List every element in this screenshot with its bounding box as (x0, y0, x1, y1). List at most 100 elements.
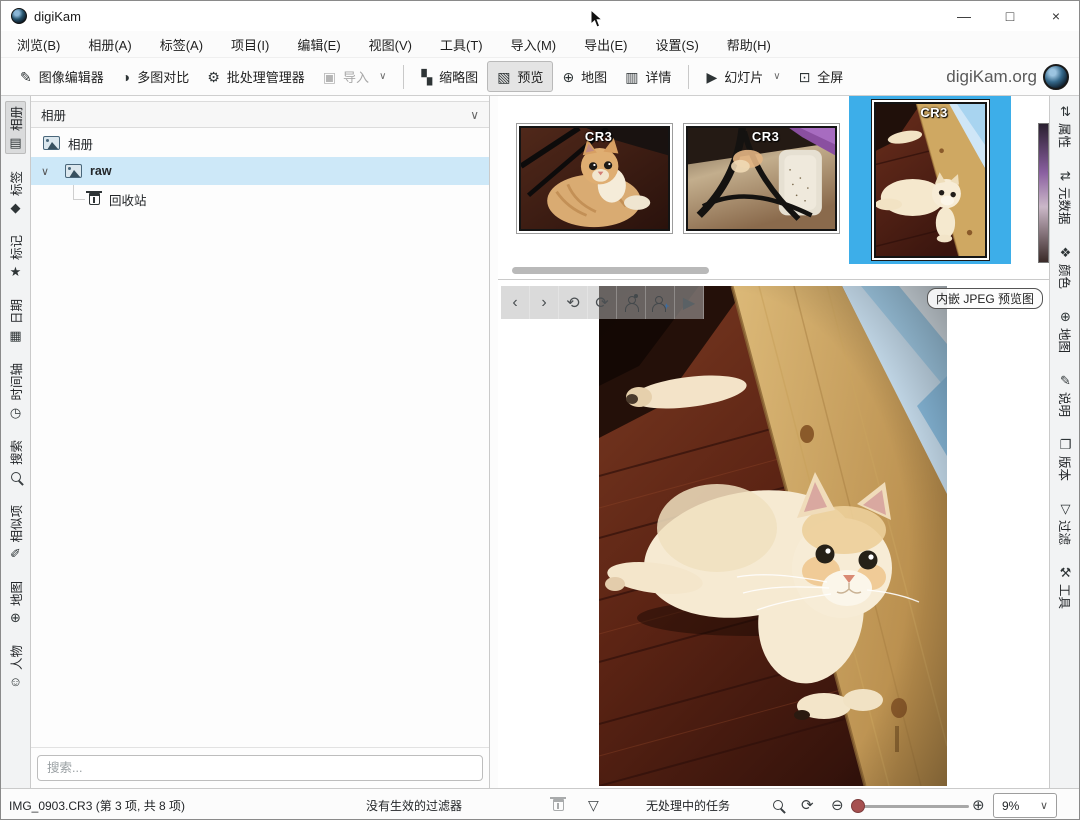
clock-icon: ◷ (10, 406, 21, 419)
fullscreen-button[interactable]: ⊡ 全屏 (790, 62, 853, 91)
contrast-circle-icon: ◑ (122, 70, 130, 84)
rotate-left-button[interactable]: ⟲ (559, 286, 588, 319)
status-bar: IMG_0903.CR3 (第 3 项, 共 8 项) 没有生效的过滤器 ▽ 无… (1, 788, 1079, 820)
thumbnail-item-3-selected[interactable]: CR3 (849, 96, 1011, 264)
minimize-button[interactable]: — (941, 1, 987, 31)
expander-chevron-icon[interactable]: ∨ (41, 165, 49, 178)
album-icon (65, 164, 82, 178)
trash-status-button[interactable] (553, 789, 564, 820)
preview-photo-cat-under-bed[interactable] (599, 286, 947, 786)
sidebar-tab-metadata[interactable]: ⇄ 元数据 (1056, 165, 1075, 229)
trash-icon (89, 193, 100, 205)
close-button[interactable]: × (1033, 1, 1079, 31)
thumbnail-item-4-partial[interactable] (1038, 123, 1049, 263)
captions-icon: ✎ (1060, 374, 1071, 387)
menu-item-help[interactable]: 帮助(H) (713, 31, 785, 57)
rotate-left-icon: ⟲ (566, 293, 579, 313)
colors-icon: ❖ (1060, 246, 1072, 259)
menu-item-item[interactable]: 项目(I) (217, 31, 283, 57)
menu-item-settings[interactable]: 设置(S) (641, 31, 712, 57)
import-button[interactable]: ▣ 导入 ∨ (314, 62, 396, 91)
menu-item-browse[interactable]: 浏览(B) (3, 31, 74, 57)
sidebar-tab-similarity[interactable]: 相似项 ✐ (6, 501, 25, 565)
brand-label: digiKam.org (946, 67, 1037, 87)
face-icon: ☺ (9, 675, 22, 688)
pencil-icon: ✎ (20, 70, 32, 84)
slideshow-icon: ▶ (706, 70, 717, 84)
sidebar-tab-dates[interactable]: 日期 ▦ (6, 295, 25, 346)
menu-item-tools[interactable]: 工具(T) (426, 31, 497, 57)
maximize-button[interactable]: □ (987, 1, 1033, 31)
preview-view-button[interactable]: ▧ 预览 (487, 61, 553, 92)
rotate-right-icon: ⟳ (595, 293, 608, 313)
sidebar-tab-colors[interactable]: ❖ 颜色 (1056, 242, 1075, 293)
zoom-fit-icon (773, 800, 783, 810)
tree-label: 回收站 (109, 190, 147, 209)
thumbnails-view-button[interactable]: ▚ 缩略图 (412, 62, 487, 91)
slideshow-button[interactable]: ▶ 幻灯片 ∨ (697, 62, 789, 91)
thumbnail-item-2[interactable]: CR3 (683, 123, 840, 234)
details-view-button[interactable]: ▥ 详情 (616, 62, 680, 91)
digikam-brand: digiKam.org (946, 64, 1069, 90)
albums-header-label: 相册 (41, 105, 66, 124)
thumbnail-item-1[interactable]: CR3 (516, 123, 673, 234)
menu-item-view[interactable]: 视图(V) (355, 31, 426, 57)
versions-icon: ❐ (1060, 438, 1072, 451)
map-view-button[interactable]: ⊕ 地图 (553, 62, 616, 91)
preview-pane: ‹ › ⟲ ⟳ + ▶ 内嵌 JPEG 预览图 (498, 281, 1049, 788)
zoom-level-combo[interactable]: 9% ∨ (993, 793, 1057, 818)
thumbnail-scrollbar[interactable] (512, 267, 709, 274)
menu-item-import[interactable]: 导入(M) (497, 31, 571, 57)
sidebar-tab-map[interactable]: 地图 ⊕ (6, 577, 25, 628)
sidebar-tab-labels[interactable]: 标记 ★ (6, 231, 25, 282)
menu-item-edit[interactable]: 编辑(E) (283, 31, 354, 57)
zoom-level-value: 9% (1002, 799, 1019, 813)
add-face-button[interactable]: + (646, 286, 675, 319)
show-faces-button[interactable] (617, 286, 646, 319)
menu-bar: 浏览(B) 相册(A) 标签(A) 项目(I) 编辑(E) 视图(V) 工具(T… (1, 31, 1079, 58)
zoom-out-button[interactable]: ⊖ (831, 789, 844, 820)
sidebar-tab-timeline[interactable]: 时间轴 ◷ (6, 359, 25, 423)
menu-item-album[interactable]: 相册(A) (74, 31, 145, 57)
sidebar-tab-search[interactable]: 搜索 (6, 436, 25, 488)
center-pane: CR3 (498, 96, 1049, 788)
title-bar: digiKam — □ × (1, 1, 1079, 31)
preview-overlay-toolbar: ‹ › ⟲ ⟳ + ▶ (501, 286, 704, 319)
sidebar-tab-properties[interactable]: ⇅ 属性 (1056, 101, 1075, 152)
album-icon (43, 136, 60, 150)
collapse-chevron-icon[interactable]: ∨ (470, 108, 479, 122)
zoom-in-button[interactable]: ⊕ (972, 789, 985, 820)
zoom-100-button[interactable]: ⟳ (801, 789, 814, 820)
sidebar-tab-map[interactable]: ⊕ 地图 (1056, 306, 1075, 357)
sidebar-tab-versions[interactable]: ❐ 版本 (1056, 434, 1075, 485)
globe-icon: ⊕ (10, 611, 21, 624)
rotate-right-button[interactable]: ⟳ (588, 286, 617, 319)
zoom-slider-handle[interactable] (851, 799, 865, 813)
sidebar-tab-albums[interactable]: 相册 ▤ (5, 101, 26, 154)
image-editor-label: 图像编辑器 (39, 67, 104, 86)
light-table-button[interactable]: ◑ 多图对比 (113, 62, 198, 91)
globe-icon: ⊕ (562, 70, 574, 84)
digikam-window: digiKam — □ × 浏览(B) 相册(A) 标签(A) 项目(I) 编辑… (0, 0, 1080, 820)
sidebar-tab-people[interactable]: 人物 ☺ (6, 641, 25, 692)
menu-item-export[interactable]: 导出(E) (570, 31, 641, 57)
slideshow-play-button[interactable]: ▶ (675, 286, 704, 319)
menu-item-tag[interactable]: 标签(A) (146, 31, 217, 57)
sidebar-tab-captions[interactable]: ✎ 说明 (1056, 370, 1075, 421)
sidebar-tab-filters[interactable]: ▽ 过滤 (1056, 498, 1075, 549)
tree-item-albums-root[interactable]: 相册 (31, 129, 489, 157)
filter-status-button[interactable]: ▽ (588, 789, 599, 820)
tree-item-raw[interactable]: ∨ raw (31, 157, 489, 185)
funnel-icon: ▽ (588, 797, 599, 814)
previous-image-button[interactable]: ‹ (501, 286, 530, 319)
tree-item-trash[interactable]: 回收站 (31, 185, 489, 213)
next-image-button[interactable]: › (530, 286, 559, 319)
albums-panel-header[interactable]: 相册 ∨ (31, 101, 489, 128)
zoom-fit-button[interactable] (773, 789, 783, 820)
sidebar-tab-tools[interactable]: ⚒ 工具 (1056, 562, 1075, 613)
zoom-slider[interactable] (853, 805, 969, 808)
image-editor-button[interactable]: ✎ 图像编辑器 (11, 62, 113, 91)
album-search-input[interactable] (37, 755, 483, 781)
batch-queue-button[interactable]: ⚙ 批处理管理器 (198, 62, 314, 91)
sidebar-tab-tags[interactable]: 标签 ◆ (6, 167, 25, 218)
